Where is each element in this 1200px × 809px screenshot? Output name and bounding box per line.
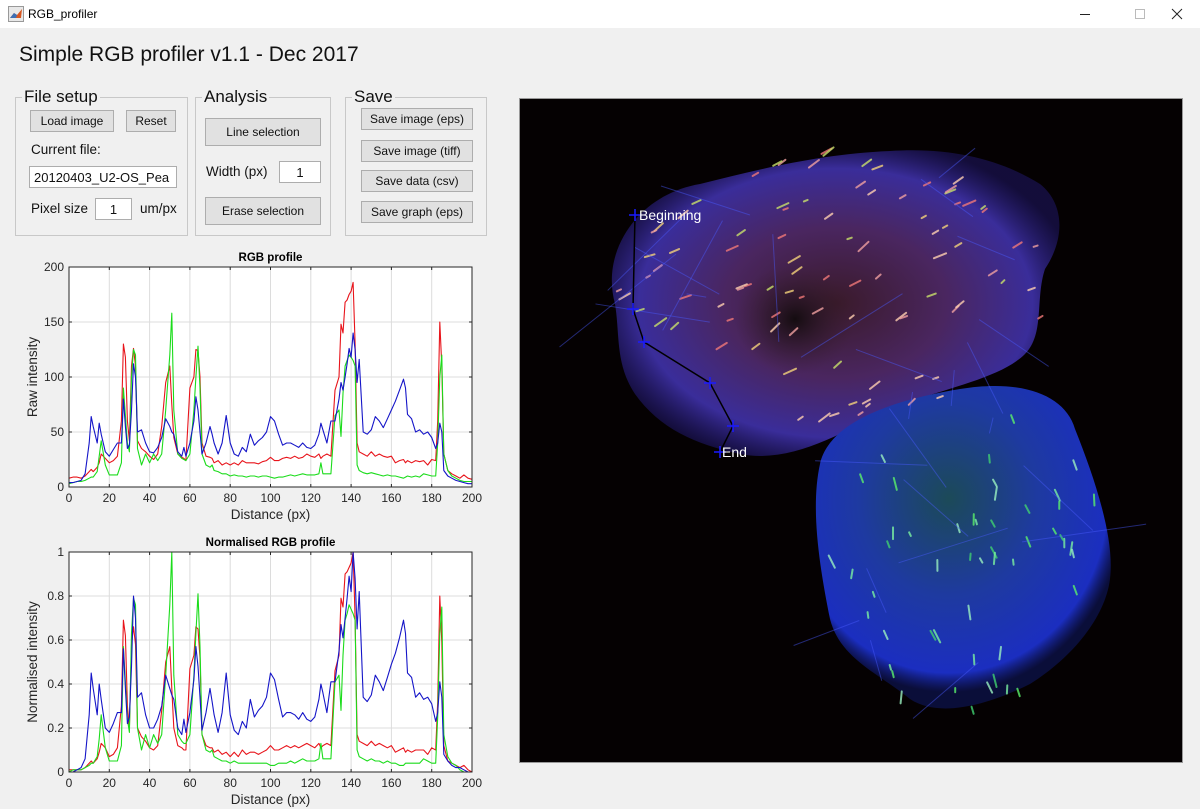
adhesion-streak xyxy=(988,453,991,464)
x-tick-label: 120 xyxy=(301,491,321,505)
adhesion-streak xyxy=(899,690,903,705)
y-tick-label: 0.8 xyxy=(47,589,64,603)
microscopy-image-panel[interactable]: Beginning End xyxy=(519,98,1183,763)
maximize-icon xyxy=(1135,9,1145,19)
x-tick-label: 100 xyxy=(260,776,280,790)
x-tick-label: 0 xyxy=(66,776,73,790)
load-image-button[interactable]: Load image xyxy=(30,110,114,132)
chart-title: Normalised RGB profile xyxy=(206,537,336,549)
x-tick-label: 40 xyxy=(143,776,157,790)
y-tick-label: 0.2 xyxy=(47,721,64,735)
pixel-size-unit: um/px xyxy=(140,201,177,216)
window-title: RGB_profiler xyxy=(28,7,98,21)
rgb-profile-chart: 0 20 40 60 80 100 120 140 160 180 200 0 50 100 150 200 R… xyxy=(20,247,490,532)
y-axis-label: Normalised intensity xyxy=(25,601,40,723)
save-graph-eps-button[interactable]: Save graph (eps) xyxy=(361,201,473,223)
y-tick-label: 0 xyxy=(57,480,64,494)
x-tick-label: 140 xyxy=(341,776,361,790)
minimize-icon xyxy=(1080,14,1090,15)
pixel-size-field[interactable]: 1 xyxy=(95,198,132,220)
adhesion-streak xyxy=(1032,244,1039,248)
adhesion-streak xyxy=(888,663,892,671)
pixel-size-label: Pixel size xyxy=(31,201,89,216)
x-tick-label: 200 xyxy=(462,491,482,505)
save-image-eps-button[interactable]: Save image (eps) xyxy=(361,108,473,130)
x-tick-label: 120 xyxy=(301,776,321,790)
normalised-rgb-profile-chart: 0 20 40 60 80 100 120 140 160 180 200 0 0.2 0.4 0.6 0.8… xyxy=(20,532,490,809)
y-tick-label: 0.6 xyxy=(47,633,64,647)
x-tick-label: 160 xyxy=(381,776,401,790)
x-tick-label: 160 xyxy=(381,491,401,505)
adhesion-streak xyxy=(866,611,870,619)
minimize-button[interactable] xyxy=(1062,0,1108,28)
app-heading: Simple RGB profiler v1.1 - Dec 2017 xyxy=(19,43,359,66)
y-tick-label: 150 xyxy=(44,315,64,329)
microscopy-image[interactable]: Beginning End xyxy=(520,99,1183,763)
adhesion-streak xyxy=(1092,493,1096,507)
adhesion-streak xyxy=(798,295,805,299)
x-tick-label: 0 xyxy=(66,491,73,505)
x-axis-label: Distance (px) xyxy=(231,792,311,807)
x-tick-label: 20 xyxy=(103,491,117,505)
rgb-profile-svg: 0 20 40 60 80 100 120 140 160 180 200 0 50 100 150 200 R… xyxy=(25,252,482,522)
save-image-tiff-button[interactable]: Save image (tiff) xyxy=(361,140,473,162)
x-axis-label: Distance (px) xyxy=(231,507,311,522)
adhesion-streak xyxy=(974,518,978,526)
adhesion-streak xyxy=(972,653,976,666)
y-axis-label: Raw intensity xyxy=(25,337,40,418)
line-selection-button[interactable]: Line selection xyxy=(205,118,321,146)
current-file-label: Current file: xyxy=(31,142,101,157)
end-label: End xyxy=(722,444,747,460)
x-tick-label: 80 xyxy=(224,776,238,790)
adhesion-streak xyxy=(846,236,853,241)
close-icon xyxy=(1171,8,1183,20)
close-button[interactable] xyxy=(1154,0,1200,28)
x-tick-label: 140 xyxy=(341,491,361,505)
adhesion-streak xyxy=(992,551,996,566)
y-tick-label: 0 xyxy=(57,765,64,779)
x-tick-label: 180 xyxy=(422,491,442,505)
x-tick-label: 100 xyxy=(260,491,280,505)
x-tick-label: 20 xyxy=(103,776,117,790)
y-tick-label: 200 xyxy=(44,260,64,274)
current-file-field[interactable]: 20120403_U2-OS_Pea xyxy=(29,166,177,188)
x-tick-label: 60 xyxy=(183,491,197,505)
reset-button[interactable]: Reset xyxy=(126,110,176,132)
window-titlebar: RGB_profiler xyxy=(0,0,1200,28)
adhesion-streak xyxy=(802,198,809,203)
y-tick-label: 100 xyxy=(44,370,64,384)
x-tick-label: 60 xyxy=(183,776,197,790)
save-legend: Save xyxy=(354,87,393,106)
y-tick-label: 50 xyxy=(51,425,65,439)
beginning-label: Beginning xyxy=(639,207,701,223)
y-tick-label: 0.4 xyxy=(47,677,64,691)
normalised-rgb-profile-svg: 0 20 40 60 80 100 120 140 160 180 200 0 0.2 0.4 0.6 0.8… xyxy=(25,537,482,807)
analysis-legend: Analysis xyxy=(204,87,268,106)
width-label: Width (px) xyxy=(206,164,268,179)
x-tick-label: 80 xyxy=(224,491,238,505)
x-tick-label: 40 xyxy=(143,491,157,505)
width-field[interactable]: 1 xyxy=(279,161,321,183)
adhesion-streak xyxy=(969,552,972,561)
chart-title: RGB profile xyxy=(239,252,303,264)
matlab-app-icon xyxy=(8,6,24,22)
file-setup-legend: File setup xyxy=(24,87,98,106)
save-data-csv-button[interactable]: Save data (csv) xyxy=(361,170,473,192)
adhesion-streak xyxy=(1011,558,1015,566)
erase-selection-button[interactable]: Erase selection xyxy=(205,197,321,225)
x-tick-label: 180 xyxy=(422,776,442,790)
x-tick-label: 200 xyxy=(462,776,482,790)
y-tick-label: 1 xyxy=(57,545,64,559)
